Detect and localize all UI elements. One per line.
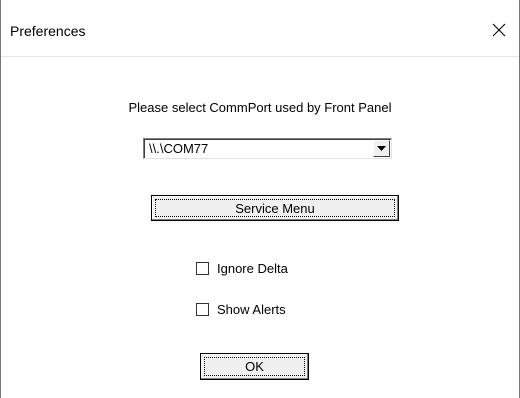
close-button[interactable] bbox=[479, 14, 519, 46]
ignore-delta-option[interactable]: Ignore Delta bbox=[196, 260, 288, 276]
service-menu-label: Service Menu bbox=[235, 200, 315, 216]
preferences-window: Preferences Please select CommPort used … bbox=[0, 0, 520, 398]
dropdown-arrow-icon bbox=[377, 146, 386, 151]
show-alerts-option[interactable]: Show Alerts bbox=[196, 301, 286, 317]
title-bar: Preferences bbox=[1, 0, 519, 57]
service-menu-button[interactable]: Service Menu bbox=[151, 195, 399, 221]
ignore-delta-label[interactable]: Ignore Delta bbox=[217, 261, 288, 276]
window-title: Preferences bbox=[10, 23, 86, 39]
commport-prompt: Please select CommPort used by Front Pan… bbox=[128, 100, 392, 115]
commport-select[interactable]: \\.\COM77 bbox=[143, 138, 392, 159]
close-icon bbox=[492, 23, 506, 37]
ok-label: OK bbox=[245, 359, 264, 374]
show-alerts-label[interactable]: Show Alerts bbox=[217, 302, 286, 317]
show-alerts-checkbox[interactable] bbox=[196, 302, 209, 316]
dialog-body: Please select CommPort used by Front Pan… bbox=[1, 59, 519, 398]
commport-selected-value: \\.\COM77 bbox=[149, 141, 209, 156]
ok-button[interactable]: OK bbox=[200, 353, 309, 380]
ignore-delta-checkbox[interactable] bbox=[196, 261, 209, 275]
commport-dropdown-button[interactable] bbox=[373, 140, 390, 157]
